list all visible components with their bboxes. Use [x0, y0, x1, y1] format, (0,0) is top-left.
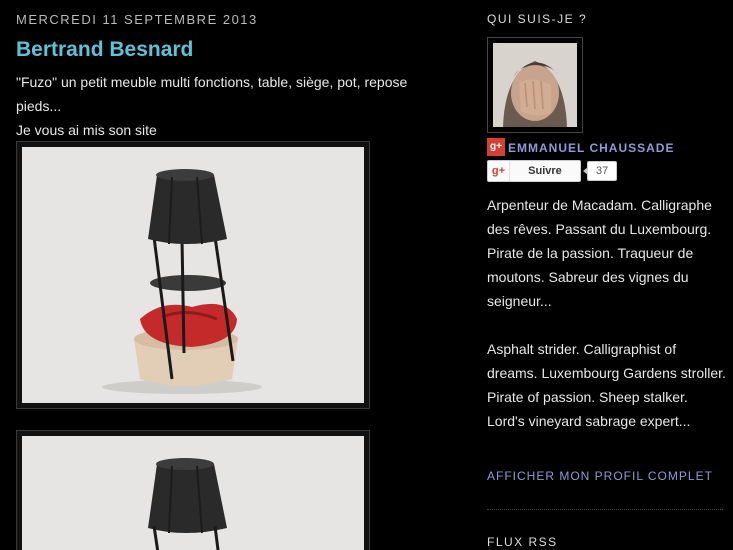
post-line: Je vous ai mis son site	[16, 122, 157, 138]
profile-name-link[interactable]: EMMANUEL CHAUSSADE	[508, 141, 674, 155]
avatar-photo	[493, 43, 577, 127]
avatar[interactable]	[487, 37, 583, 133]
post-date: MERCREDI 11 SEPTEMBRE 2013	[16, 12, 258, 27]
post-body: "Fuzo" un petit meuble multi fonctions, …	[16, 70, 456, 142]
about-fr: Arpenteur de Macadam. Calligraphe des rê…	[487, 197, 712, 309]
follower-count: 37	[582, 161, 618, 181]
divider	[487, 509, 723, 510]
post-photo[interactable]	[16, 430, 370, 550]
follow-button[interactable]: g+ Suivre	[487, 160, 581, 182]
post-photo[interactable]	[16, 141, 370, 409]
follow-label: Suivre	[528, 165, 562, 177]
gplus-icon: g+	[487, 138, 505, 156]
about-en: Asphalt strider. Calligraphist of dreams…	[487, 341, 726, 429]
rss-heading: FLUX RSS	[487, 535, 558, 549]
fuzo-stool-image	[22, 436, 364, 550]
full-profile-link[interactable]: AFFICHER MON PROFIL COMPLET	[487, 469, 713, 483]
about-heading: QUI SUIS-JE ?	[487, 12, 588, 26]
gplus-icon: g+	[488, 161, 510, 181]
about-text: Arpenteur de Macadam. Calligraphe des rê…	[487, 193, 727, 457]
post-title[interactable]: Bertrand Besnard	[16, 38, 193, 62]
fuzo-stool-image	[22, 147, 364, 403]
post-line: "Fuzo" un petit meuble multi fonctions, …	[16, 74, 408, 114]
